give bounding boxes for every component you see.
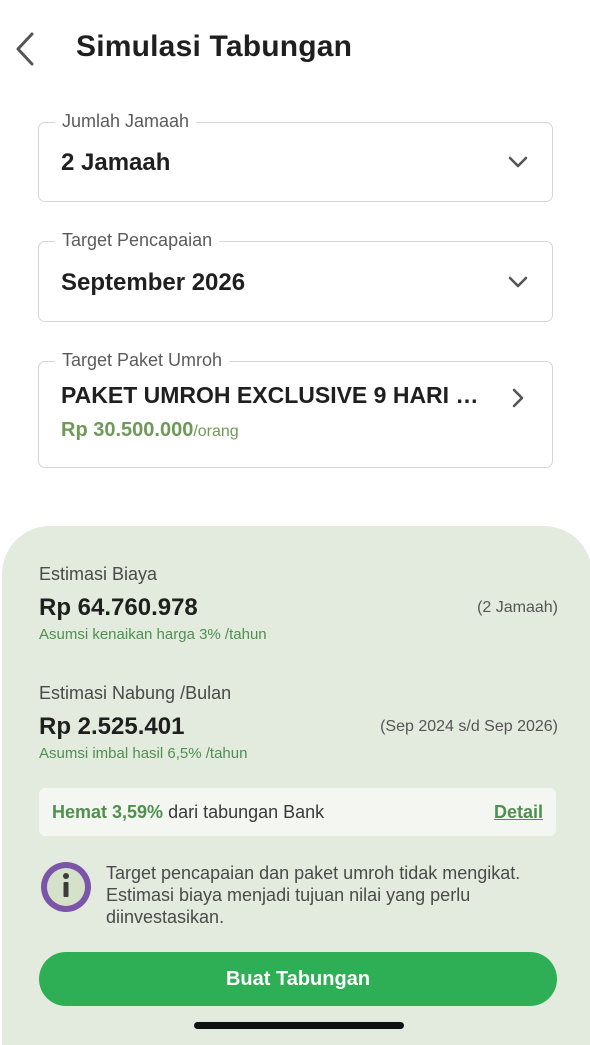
summary-panel: Estimasi Biaya Rp 64.760.978 (2 Jamaah) …: [2, 526, 590, 1045]
info-icon: [41, 862, 91, 912]
estimasi-biaya-amount: Rp 64.760.978: [39, 594, 198, 621]
target-paket-umroh-select[interactable]: Target Paket Umroh PAKET UMROH EXCLUSIVE…: [38, 349, 553, 468]
package-price: Rp 30.500.000/orang: [61, 419, 239, 442]
chevron-right-icon: [506, 386, 530, 410]
page-title: Simulasi Tabungan: [76, 30, 353, 63]
estimasi-biaya-note: Asumsi kenaikan harga 3% /tahun: [39, 626, 267, 643]
jumlah-jamaah-label: Jumlah Jamaah: [55, 110, 197, 132]
chevron-left-icon: [16, 32, 34, 66]
savings-description: dari tabungan Bank: [163, 802, 325, 822]
estimasi-nabung-amount: Rp 2.525.401: [39, 713, 185, 740]
package-price-amount: Rp 30.500.000: [61, 419, 194, 441]
chevron-down-icon: [506, 150, 530, 174]
savings-comparison-text: Hemat 3,59% dari tabungan Bank: [52, 802, 324, 823]
back-button[interactable]: [10, 30, 40, 68]
estimasi-biaya-qualifier: (2 Jamaah): [477, 599, 558, 616]
target-pencapaian-value: September 2026: [61, 269, 246, 296]
estimasi-nabung-qualifier: (Sep 2024 s/d Sep 2026): [380, 718, 558, 735]
detail-link[interactable]: Detail: [494, 802, 543, 823]
estimasi-biaya-label: Estimasi Biaya: [39, 564, 158, 584]
package-price-unit: /orang: [193, 423, 239, 440]
home-indicator: [194, 1022, 404, 1029]
estimasi-nabung-label: Estimasi Nabung /Bulan: [39, 683, 232, 703]
target-paket-label: Target Paket Umroh: [55, 349, 230, 371]
disclaimer-text: Target pencapaian dan paket umroh tidak …: [106, 863, 521, 927]
jumlah-jamaah-select[interactable]: Jumlah Jamaah 2 Jamaah: [38, 110, 553, 202]
header: Simulasi Tabungan: [0, 0, 590, 100]
savings-percentage: Hemat 3,59%: [52, 802, 164, 822]
target-pencapaian-label: Target Pencapaian: [55, 229, 220, 251]
estimasi-nabung-note: Asumsi imbal hasil 6,5% /tahun: [39, 745, 248, 762]
jumlah-jamaah-value: 2 Jamaah: [61, 149, 171, 176]
savings-comparison-box: Hemat 3,59% dari tabungan Bank Detail: [39, 788, 556, 836]
buat-tabungan-button[interactable]: Buat Tabungan: [39, 952, 557, 1006]
chevron-down-icon: [506, 270, 530, 294]
target-pencapaian-select[interactable]: Target Pencapaian September 2026: [38, 229, 553, 322]
simulasi-tabungan-screen: Simulasi Tabungan Jumlah Jamaah 2 Jamaah…: [0, 0, 590, 1045]
package-name: PAKET UMROH EXCLUSIVE 9 HARI 9 MALAM: [61, 382, 489, 408]
